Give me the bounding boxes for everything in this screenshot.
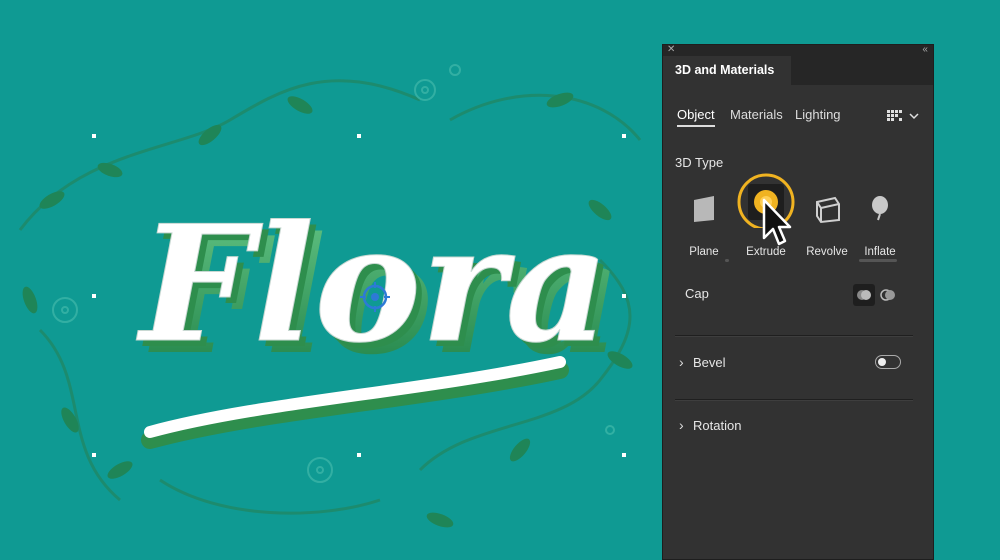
panel-header: ✕ ‹‹ 3D and Materials — [663, 44, 933, 85]
type-inflate-button[interactable]: Inflate — [850, 190, 910, 260]
cap-on-icon — [857, 290, 871, 300]
cap-off-icon — [880, 289, 895, 301]
cap-on-button[interactable] — [853, 284, 875, 306]
lettering-face: Flora — [136, 190, 609, 378]
cap-toggle-group — [853, 284, 899, 306]
type-revolve-label: Revolve — [806, 246, 848, 258]
type-plane-label: Plane — [689, 246, 719, 258]
chevron-right-icon: › — [679, 417, 684, 433]
collapse-panel-icon[interactable]: ‹‹ — [922, 44, 928, 55]
scroll-indicator-right — [859, 259, 897, 262]
rotation-section-header[interactable]: › Rotation — [679, 417, 741, 433]
subtab-bar: Object Materials Lighting — [675, 105, 921, 129]
panel-tab-title[interactable]: 3D and Materials — [663, 56, 791, 85]
rotation-label: Rotation — [693, 418, 742, 433]
3d-materials-panel: ✕ ‹‹ 3D and Materials Object Materials L… — [662, 44, 934, 560]
chevron-down-icon — [909, 113, 919, 120]
type-plane-button[interactable]: Plane — [674, 190, 734, 260]
3d-type-heading: 3D Type — [675, 155, 724, 170]
tab-object[interactable]: Object — [677, 107, 715, 127]
cap-off-button[interactable] — [877, 284, 899, 306]
tab-lighting[interactable]: Lighting — [795, 107, 841, 122]
bevel-label: Bevel — [693, 355, 726, 370]
divider — [675, 399, 913, 401]
type-inflate-label: Inflate — [864, 246, 896, 258]
chevron-right-icon: › — [679, 354, 684, 370]
render-grid-icon — [887, 110, 902, 121]
close-icon[interactable]: ✕ — [667, 44, 675, 55]
revolve-icon — [816, 196, 840, 224]
plane-icon — [694, 196, 714, 222]
bevel-section-header[interactable]: › Bevel — [679, 354, 726, 370]
tab-materials[interactable]: Materials — [730, 107, 783, 122]
type-revolve-button[interactable]: Revolve — [797, 190, 857, 260]
render-options-menu[interactable] — [887, 105, 921, 127]
cap-label: Cap — [685, 286, 709, 301]
divider — [675, 335, 913, 337]
mouse-cursor-icon — [762, 198, 792, 246]
scroll-indicator-left — [725, 259, 729, 262]
inflate-icon — [872, 196, 888, 221]
bevel-toggle[interactable] — [875, 355, 901, 369]
